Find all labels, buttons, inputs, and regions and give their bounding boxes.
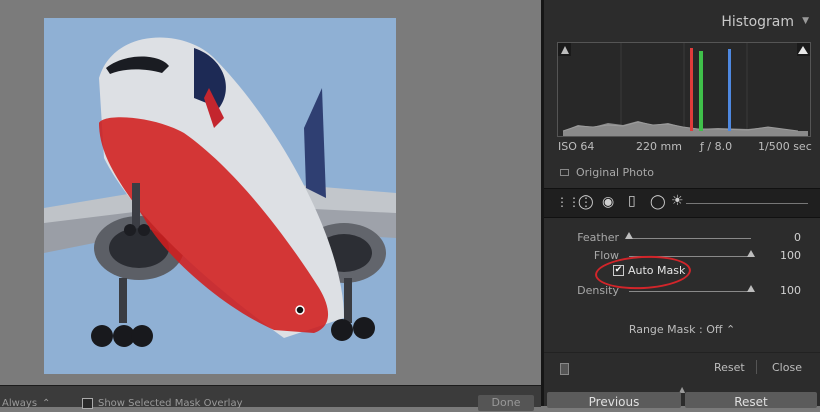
always-dropdown[interactable]: Always xyxy=(2,398,37,409)
exif-info: ISO 64 220 mm ƒ / 8.0 1/500 sec xyxy=(558,140,812,154)
chevron-updown-icon: ⌃ xyxy=(725,323,736,336)
range-mask-label: Range Mask : xyxy=(628,323,703,336)
range-mask-value[interactable]: Off xyxy=(706,323,722,336)
chevron-updown-icon: ⌃ xyxy=(42,398,51,409)
photo-preview[interactable] xyxy=(44,18,396,374)
tool-slider[interactable] xyxy=(686,203,808,204)
histogram-title: Histogram xyxy=(721,14,794,30)
density-value[interactable]: 100 xyxy=(761,284,801,297)
aperture-value: ƒ / 8.0 xyxy=(700,140,733,153)
adjustment-brush-icon[interactable]: ☀ xyxy=(671,193,684,209)
flow-slider-thumb[interactable] xyxy=(747,250,755,257)
collapse-triangle-icon[interactable]: ▼ xyxy=(802,16,809,26)
done-button[interactable]: Done xyxy=(478,395,534,411)
tool-strip: ⋮⋮⋮ ◯ ◉ ▯ ◯ ☀ xyxy=(544,188,820,218)
density-slider[interactable] xyxy=(629,291,751,292)
density-label: Density xyxy=(577,284,619,297)
iso-value: ISO 64 xyxy=(558,140,595,153)
airplane-image xyxy=(44,18,396,374)
show-overlay-label: Show Selected Mask Overlay xyxy=(98,398,243,409)
density-slider-thumb[interactable] xyxy=(747,285,755,292)
feather-label: Feather xyxy=(577,231,619,244)
develop-panel: Histogram ▼ ISO 64 220 mm ƒ / 8.0 1/500 … xyxy=(541,0,820,409)
radial-filter-icon[interactable]: ◯ xyxy=(650,194,666,210)
flow-value[interactable]: 100 xyxy=(761,249,801,262)
feather-slider[interactable] xyxy=(629,238,751,239)
original-photo-checkbox[interactable] xyxy=(560,169,569,176)
range-mask-row[interactable]: Range Mask : Off ⌃ xyxy=(544,323,820,336)
panel-close-button[interactable]: Close xyxy=(772,361,802,374)
red-eye-icon[interactable]: ◉ xyxy=(602,194,614,210)
flow-label: Flow xyxy=(593,249,619,262)
panel-reset-button[interactable]: Reset xyxy=(714,361,745,374)
feather-slider-thumb[interactable] xyxy=(625,232,633,239)
graduated-filter-icon[interactable]: ▯ xyxy=(628,193,636,209)
focal-length-value: 220 mm xyxy=(636,140,682,153)
panel-toggle-switch[interactable] xyxy=(560,363,569,375)
shutter-value: 1/500 sec xyxy=(758,140,812,153)
image-canvas[interactable] xyxy=(0,0,541,385)
histogram-chart[interactable] xyxy=(557,42,811,137)
histogram-graph xyxy=(558,43,810,136)
footer-divider xyxy=(756,360,757,374)
original-photo-label: Original Photo xyxy=(576,166,654,179)
show-overlay-checkbox[interactable] xyxy=(82,398,93,409)
canvas-toolbar: Always ⌃ Show Selected Mask Overlay Done xyxy=(0,385,541,411)
feather-value[interactable]: 0 xyxy=(761,231,801,244)
spot-removal-icon[interactable]: ◯ xyxy=(578,194,594,210)
